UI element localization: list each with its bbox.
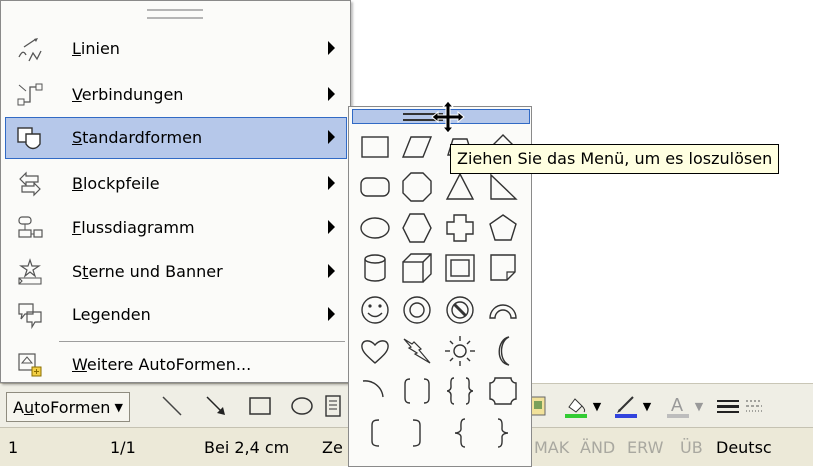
line-color-dropdown-icon[interactable]: ▼ (640, 392, 654, 420)
submenu-arrow-icon (328, 176, 335, 190)
block-arc-icon[interactable] (485, 292, 521, 328)
octagon-icon[interactable] (399, 169, 435, 205)
fill-color-dropdown-icon[interactable]: ▼ (590, 392, 604, 420)
donut-icon[interactable] (399, 292, 435, 328)
status-aend[interactable]: ÄND (580, 438, 615, 457)
arrow-tool-icon[interactable] (202, 392, 230, 420)
menu-separator (59, 341, 345, 342)
submenu-arrow-icon (328, 264, 335, 278)
right-triangle-icon[interactable] (485, 169, 521, 205)
cross-icon[interactable] (442, 210, 478, 246)
status-ueb[interactable]: ÜB (680, 438, 703, 457)
left-brace-icon[interactable] (442, 415, 478, 451)
rectangle-icon[interactable] (357, 129, 393, 165)
autoformen-dropdown-button[interactable]: AutoFormen ▼ (6, 392, 130, 422)
lines-icon (16, 35, 44, 63)
fill-color-icon[interactable] (562, 392, 590, 420)
chevron-down-icon: ▼ (114, 400, 123, 414)
status-page: 1 (8, 438, 19, 457)
more-autoshapes-icon (16, 351, 44, 379)
connectors-icon (16, 81, 44, 109)
menu-item-flussdiagramm[interactable]: Flussdiagramm (6, 208, 346, 248)
bevel-icon[interactable] (442, 250, 478, 286)
status-position: Bei 2,4 cm (204, 438, 290, 457)
menu-item-legenden[interactable]: Legenden (6, 295, 346, 335)
menu-item-weitere-autoformen[interactable]: Weitere AutoFormen... (6, 345, 346, 385)
status-language: Deutsc (716, 438, 772, 457)
sun-icon[interactable] (442, 333, 478, 369)
menu-item-standardformen[interactable]: Standardformen (5, 117, 347, 159)
menu-item-label: Blockpfeile (72, 174, 160, 193)
menu-item-sterne-und-banner[interactable]: Sterne und Banner (6, 252, 346, 292)
isosceles-triangle-icon[interactable] (442, 169, 478, 205)
line-tool-icon[interactable] (158, 392, 186, 420)
menu-item-label: Weitere AutoFormen... (72, 355, 252, 374)
menu-item-label: Sterne und Banner (72, 262, 223, 281)
left-bracket-icon[interactable] (357, 415, 393, 451)
autoformen-menu: Linien Verbindungen Standardformen Block… (0, 0, 351, 383)
arc-icon[interactable] (357, 373, 393, 409)
rectangle-tool-icon[interactable] (246, 392, 274, 420)
menu-item-label: Standardformen (72, 128, 203, 147)
status-pages: 1/1 (110, 438, 136, 457)
stars-banners-icon (16, 258, 44, 286)
callouts-icon (16, 301, 44, 330)
double-bracket-icon[interactable] (399, 373, 435, 409)
menu-item-verbindungen[interactable]: Verbindungen (6, 75, 346, 115)
svg-text:A: A (671, 395, 683, 415)
lightning-bolt-icon[interactable] (399, 333, 435, 369)
menu-item-linien[interactable]: Linien (6, 29, 346, 69)
smiley-face-icon[interactable] (357, 292, 393, 328)
oval-icon[interactable] (357, 210, 393, 246)
menu-item-label: Legenden (72, 305, 151, 324)
submenu-arrow-icon (328, 41, 335, 55)
rounded-rectangle-icon[interactable] (357, 169, 393, 205)
block-arrows-icon (16, 170, 44, 198)
no-symbol-icon[interactable] (442, 292, 478, 328)
plaque-icon[interactable] (485, 373, 521, 409)
status-mak[interactable]: MAK (534, 438, 569, 457)
double-brace-icon[interactable] (442, 373, 478, 409)
right-brace-icon[interactable] (485, 415, 521, 451)
line-style-icon[interactable] (714, 392, 742, 420)
submenu-arrow-icon (328, 130, 335, 144)
moon-icon[interactable] (485, 333, 521, 369)
menu-item-label: Verbindungen (72, 85, 184, 104)
textbox-tool-icon[interactable] (321, 392, 345, 420)
submenu-arrow-icon (328, 220, 335, 234)
pentagon-icon[interactable] (485, 210, 521, 246)
heart-icon[interactable] (357, 333, 393, 369)
oval-tool-icon[interactable] (288, 392, 316, 420)
move-cursor-icon (430, 99, 466, 135)
flowchart-icon (16, 214, 44, 242)
status-line: Ze (322, 438, 343, 457)
menu-drag-grip[interactable] (147, 9, 203, 19)
status-erw[interactable]: ERW (627, 438, 663, 457)
font-color-dropdown-icon[interactable]: ▼ (692, 392, 706, 420)
line-color-icon[interactable] (612, 392, 640, 420)
menu-item-label: Linien (72, 39, 120, 58)
submenu-arrow-icon (328, 87, 335, 101)
font-color-icon[interactable]: A (664, 392, 692, 420)
hexagon-icon[interactable] (399, 210, 435, 246)
menu-item-blockpfeile[interactable]: Blockpfeile (6, 164, 346, 204)
can-icon[interactable] (357, 250, 393, 286)
autoformen-label: AutoFormen (13, 397, 111, 417)
folded-corner-icon[interactable] (485, 250, 521, 286)
submenu-arrow-icon (328, 307, 335, 321)
dash-style-icon[interactable] (744, 392, 764, 420)
right-bracket-icon[interactable] (399, 415, 435, 451)
tooltip: Ziehen Sie das Menü, um es loszulösen (450, 144, 780, 174)
cube-icon[interactable] (399, 250, 435, 286)
basic-shapes-icon (16, 124, 44, 152)
menu-item-label: Flussdiagramm (72, 218, 195, 237)
